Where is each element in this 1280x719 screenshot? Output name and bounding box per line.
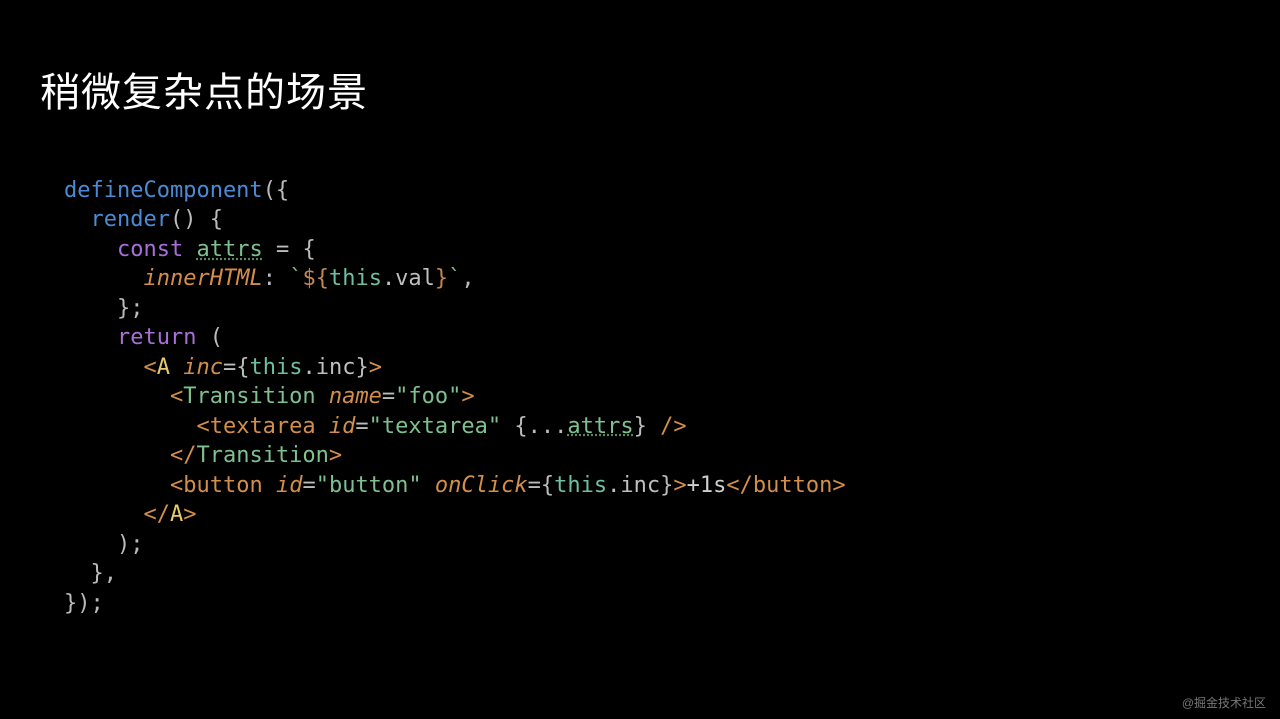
token-str: "foo"	[395, 384, 461, 409]
token-op: }	[355, 355, 368, 380]
token-str: `	[289, 266, 302, 291]
watermark: @掘金技术社区	[1182, 694, 1266, 711]
token-sp	[316, 384, 329, 409]
token-op: = {	[263, 237, 316, 262]
token-bracket: >	[369, 355, 382, 380]
token-keyword: const	[117, 237, 183, 262]
slide: 稍微复杂点的场景 defineComponent({ render() { co…	[0, 0, 1280, 719]
token-op: {	[541, 473, 554, 498]
token-op: :	[263, 266, 290, 291]
token-sp	[422, 473, 435, 498]
token-this: this	[554, 473, 607, 498]
token-interp: }	[435, 266, 448, 291]
token-op: (	[196, 325, 223, 350]
token-sp	[263, 473, 276, 498]
token-tag: button	[753, 473, 832, 498]
token-str: "textarea"	[369, 414, 501, 439]
slide-title: 稍微复杂点的场景	[40, 60, 368, 118]
token-attr: id	[276, 473, 303, 498]
token-op: ,	[461, 266, 474, 291]
token-bracket: /	[660, 414, 673, 439]
token-bracket: >	[329, 443, 342, 468]
token-mem: .inc	[607, 473, 660, 498]
token-attr: onClick	[435, 473, 528, 498]
token-keyword: return	[117, 325, 196, 350]
token-op: =	[302, 473, 315, 498]
token-bracket: <	[170, 473, 183, 498]
token-this: this	[249, 355, 302, 380]
token-bracket: >	[461, 384, 474, 409]
token-fn: render	[91, 207, 170, 232]
token-op: ({	[263, 178, 290, 203]
token-bracket: >	[673, 414, 686, 439]
token-bracket: <	[143, 502, 156, 527]
token-interp: ${	[302, 266, 329, 291]
token-tag: button	[183, 473, 262, 498]
token-fn: defineComponent	[64, 178, 263, 203]
token-op: });	[64, 591, 104, 616]
token-bracket: /	[183, 443, 196, 468]
token-op: }	[660, 473, 673, 498]
token-op: }	[634, 414, 647, 439]
token-bracket: <	[196, 414, 209, 439]
token-prop: innerHTML	[143, 266, 262, 291]
token-bracket: <	[143, 355, 156, 380]
token-op: );	[117, 532, 144, 557]
token-op: {	[514, 414, 527, 439]
token-op: =	[223, 355, 236, 380]
token-bracket: >	[832, 473, 845, 498]
token-tag: A	[170, 502, 183, 527]
token-op: =	[528, 473, 541, 498]
token-op: () {	[170, 207, 223, 232]
token-var: attrs	[196, 237, 262, 262]
token-tag: Transition	[183, 384, 315, 409]
token-attr: name	[329, 384, 382, 409]
token-tag: A	[157, 355, 170, 380]
token-bracket: /	[740, 473, 753, 498]
token-bracket: >	[673, 473, 686, 498]
token-str: `	[448, 266, 461, 291]
token-attr: id	[329, 414, 356, 439]
token-sp	[647, 414, 660, 439]
token-op: };	[117, 296, 144, 321]
token-tag: textarea	[210, 414, 316, 439]
token-tag: Transition	[196, 443, 328, 468]
token-var: attrs	[567, 414, 633, 439]
token-bracket: /	[157, 502, 170, 527]
token-op: },	[91, 561, 118, 586]
token-bracket: <	[726, 473, 739, 498]
token-attr: inc	[183, 355, 223, 380]
token-bracket: <	[170, 443, 183, 468]
token-bracket: >	[183, 502, 196, 527]
token-text: +1s	[687, 473, 727, 498]
token-spread: ...	[528, 414, 568, 439]
token-bracket: <	[170, 384, 183, 409]
code-block: defineComponent({ render() { const attrs…	[64, 176, 846, 618]
token-op: {	[236, 355, 249, 380]
token-op: =	[382, 384, 395, 409]
token-mem: .inc	[302, 355, 355, 380]
token-this: this	[329, 266, 382, 291]
token-mem: .val	[382, 266, 435, 291]
token-sp	[170, 355, 183, 380]
token-sp	[501, 414, 514, 439]
token-str: "button"	[316, 473, 422, 498]
token-sp	[316, 414, 329, 439]
token-op: =	[355, 414, 368, 439]
